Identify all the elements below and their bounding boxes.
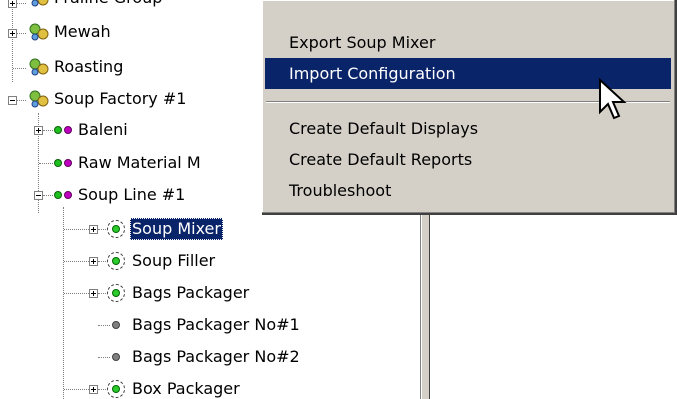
tree-connector <box>64 261 89 262</box>
tree-connector <box>64 389 89 390</box>
two-dots-icon <box>54 125 76 135</box>
tree-node-label[interactable]: Baleni <box>76 119 130 141</box>
tree-connector <box>98 389 106 390</box>
tree-node-label[interactable]: Praline Group <box>52 0 164 9</box>
grey-dot-icon <box>112 353 120 361</box>
expand-toggle-icon[interactable] <box>8 29 17 38</box>
tree-node-label[interactable]: Box Packager <box>130 378 242 399</box>
collapse-toggle-icon[interactable] <box>34 191 43 200</box>
tree-connector <box>17 33 26 34</box>
tree-connector <box>39 163 53 164</box>
expand-toggle-icon[interactable] <box>89 289 98 298</box>
tree-connector <box>64 293 89 294</box>
tree-node-bags-packager[interactable]: Bags Packager <box>0 277 421 309</box>
expand-toggle-icon[interactable] <box>8 0 17 8</box>
two-dots-icon <box>54 158 76 168</box>
organization-icon <box>29 23 49 41</box>
tree-connector <box>43 130 53 131</box>
tree-node-label[interactable]: Raw Material M <box>76 152 203 174</box>
tree-connector <box>98 229 106 230</box>
green-ring-icon <box>107 252 125 270</box>
tree-node-box-packager[interactable]: Box Packager <box>0 373 421 399</box>
expand-toggle-icon[interactable] <box>89 385 98 394</box>
tree-connector <box>17 100 26 101</box>
tree-node-label[interactable]: Mewah <box>52 21 113 43</box>
two-dots-icon <box>54 190 76 200</box>
menu-item-export-soup-mixer[interactable]: Export Soup Mixer <box>265 27 671 58</box>
tree-connector <box>98 357 110 358</box>
green-ring-icon <box>107 220 125 238</box>
menu-item-troubleshoot[interactable]: Troubleshoot <box>265 175 671 206</box>
tree-node-label[interactable]: Bags Packager <box>130 282 251 304</box>
tree-node-label[interactable]: Bags Packager No#1 <box>130 314 302 336</box>
tree-connector <box>98 261 106 262</box>
green-ring-icon <box>107 380 125 398</box>
organization-icon <box>31 0 49 7</box>
organization-icon <box>29 58 49 76</box>
tree-connector <box>98 325 110 326</box>
tree-node-label[interactable]: Soup Filler <box>130 250 217 272</box>
tree-connector <box>13 68 26 69</box>
tree-connector <box>98 293 106 294</box>
menu-item-create-default-reports[interactable]: Create Default Reports <box>265 144 671 175</box>
grey-dot-icon <box>112 321 120 329</box>
tree-node-label[interactable]: Soup Mixer <box>130 218 223 240</box>
mouse-pointer-icon <box>599 78 627 120</box>
tree-node-label[interactable]: Soup Line #1 <box>76 184 187 206</box>
tree-node-soup-mixer[interactable]: Soup Mixer <box>0 213 421 245</box>
expand-toggle-icon[interactable] <box>34 126 43 135</box>
tree-connector <box>43 195 53 196</box>
tree-node-bags-packager-no1[interactable]: Bags Packager No#1 <box>0 309 421 341</box>
tree-node-label[interactable]: Roasting <box>52 56 125 78</box>
green-ring-icon <box>107 284 125 302</box>
expand-toggle-icon[interactable] <box>89 225 98 234</box>
tree-node-label[interactable]: Bags Packager No#2 <box>130 346 302 368</box>
tree-connector <box>64 229 89 230</box>
expand-toggle-icon[interactable] <box>89 257 98 266</box>
organization-icon <box>29 90 49 108</box>
tree-node-label[interactable]: Soup Factory #1 <box>52 88 188 110</box>
tree-connector <box>17 3 26 4</box>
tree-node-bags-packager-no2[interactable]: Bags Packager No#2 <box>0 341 421 373</box>
collapse-toggle-icon[interactable] <box>8 96 17 105</box>
tree-node-soup-filler[interactable]: Soup Filler <box>0 245 421 277</box>
